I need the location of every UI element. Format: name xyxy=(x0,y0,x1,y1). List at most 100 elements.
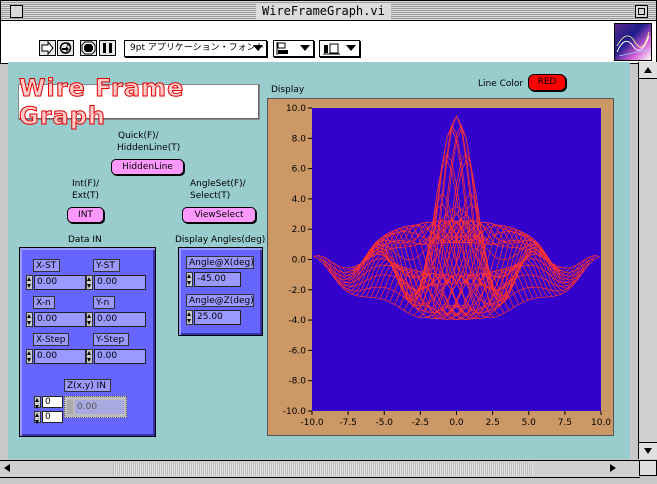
display-angles-label: Display Angles(deg) xyxy=(175,235,266,245)
y-step-field[interactable]: 0.00 xyxy=(86,349,146,364)
angle-select-label-2: Select(T) xyxy=(190,191,231,201)
distribute-objects-icon xyxy=(323,43,340,55)
x-st-field[interactable]: 0.00 xyxy=(26,275,86,290)
zoom-box-icon[interactable] xyxy=(635,5,648,18)
angle-x-field[interactable]: -45.00 xyxy=(186,272,241,287)
x-step-field[interactable]: 0.00 xyxy=(26,349,86,364)
x-st-label: X-ST xyxy=(33,259,60,272)
x-n-label: X-n xyxy=(33,296,55,309)
z-in-element-value[interactable]: 0.00 xyxy=(75,400,124,414)
arrow-left-icon[interactable] xyxy=(4,464,10,472)
x-n-field[interactable]: 0.00 xyxy=(26,312,86,327)
angle-x-label: Angle@X(deg) xyxy=(186,256,254,269)
hidden-line-label-2: HiddenLine(T) xyxy=(117,143,181,153)
y-tick-label: 0.0 xyxy=(292,256,307,266)
line-color-label: Line Color xyxy=(478,79,524,89)
int-ext-label-1: Int(F)/ xyxy=(72,179,100,189)
y-n-field[interactable]: 0.00 xyxy=(86,312,146,327)
x-step-label: X-Step xyxy=(33,333,69,346)
z-in-label: Z(x,y) IN xyxy=(64,379,111,392)
align-objects-selector[interactable] xyxy=(273,40,314,57)
x-st-value[interactable]: 0.00 xyxy=(34,275,86,290)
arrow-up-icon xyxy=(644,67,652,73)
angle-x-value[interactable]: -45.00 xyxy=(194,272,241,287)
angle-z-field[interactable]: 25.00 xyxy=(186,310,241,325)
z-in-array-element[interactable]: 0.00 xyxy=(64,396,127,418)
angle-z-label: Angle@Z(deg) xyxy=(186,294,254,307)
panel-title-decoration: Wire Frame Graph xyxy=(18,74,260,131)
y-step-stepper[interactable] xyxy=(86,349,93,364)
y-n-stepper[interactable] xyxy=(86,312,93,327)
y-tick-label: -4.0 xyxy=(288,316,306,326)
scroll-thumb[interactable] xyxy=(113,462,533,475)
x-tick-label: -10.0 xyxy=(300,418,324,428)
x-st-stepper[interactable] xyxy=(26,275,33,290)
z-in-col-index[interactable]: 0 xyxy=(34,411,63,424)
y-tick-label: -8.0 xyxy=(288,377,306,387)
angle-z-value[interactable]: 25.00 xyxy=(194,310,241,325)
chevron-down-icon xyxy=(253,45,263,51)
int-ext-button[interactable]: INT xyxy=(67,207,104,223)
distribute-objects-selector[interactable] xyxy=(319,40,360,57)
pause-icon[interactable] xyxy=(99,40,116,56)
y-tick-label: 10.0 xyxy=(286,104,306,114)
y-tick-label: 6.0 xyxy=(292,165,307,175)
font-selector-label: 9pt アプリケーション・フォント xyxy=(130,43,265,53)
angle-x-stepper[interactable] xyxy=(186,272,193,287)
align-objects-icon xyxy=(276,42,288,55)
x-n-value[interactable]: 0.00 xyxy=(34,312,86,327)
run-arrow-icon[interactable] xyxy=(39,40,56,56)
y-tick-label: -10.0 xyxy=(283,407,307,417)
toolbar: 9pt アプリケーション・フォント xyxy=(0,20,657,64)
y-tick-label: 4.0 xyxy=(292,195,307,205)
chevron-down-icon xyxy=(300,45,310,51)
y-n-label: Y-n xyxy=(93,296,115,309)
x-step-value[interactable]: 0.00 xyxy=(34,349,86,364)
x-step-stepper[interactable] xyxy=(26,349,33,364)
y-st-stepper[interactable] xyxy=(86,275,93,290)
x-n-stepper[interactable] xyxy=(26,312,33,327)
x-tick-label: -5.0 xyxy=(375,418,393,428)
y-tick-label: 2.0 xyxy=(292,225,307,235)
data-in-label: Data IN xyxy=(68,235,102,245)
y-step-value[interactable]: 0.00 xyxy=(94,349,146,364)
z-in-row-stepper[interactable] xyxy=(34,396,41,409)
vi-icon[interactable] xyxy=(614,23,652,61)
font-selector[interactable]: 9pt アプリケーション・フォント xyxy=(124,40,267,57)
display-graph[interactable]: 10.0 8.0 6.0 4.0 2.0 0.0 -2.0 -4.0 -6.0 -8.0 -10.0… xyxy=(267,98,614,436)
hidden-line-label-1: Quick(F)/ xyxy=(118,131,159,141)
horizontal-scrollbar[interactable] xyxy=(0,460,640,478)
scroll-up-button[interactable] xyxy=(639,62,657,79)
z-in-col-value[interactable]: 0 xyxy=(42,411,63,423)
window-title: WireFrameGraph.vi xyxy=(256,3,391,19)
z-in-row-value[interactable]: 0 xyxy=(42,396,63,408)
abort-stop-icon[interactable] xyxy=(80,40,97,56)
view-select-button[interactable]: ViewSelect xyxy=(182,207,256,223)
display-label: Display xyxy=(271,85,305,95)
int-ext-label-2: Ext(T) xyxy=(72,191,100,201)
angle-select-label-1: AngleSet(F)/ xyxy=(190,179,246,189)
x-tick-label: 2.5 xyxy=(485,418,499,428)
scroll-down-button[interactable] xyxy=(639,442,657,459)
x-tick-label: 7.5 xyxy=(558,418,572,428)
arrow-down-icon xyxy=(644,448,652,454)
angle-z-stepper[interactable] xyxy=(186,310,193,325)
run-continuously-icon[interactable] xyxy=(57,40,74,56)
y-st-value[interactable]: 0.00 xyxy=(94,275,146,290)
y-tick-label: -6.0 xyxy=(288,346,306,356)
hidden-line-button[interactable]: HiddenLine xyxy=(111,159,184,175)
y-st-field[interactable]: 0.00 xyxy=(86,275,146,290)
vertical-scrollbar[interactable] xyxy=(638,62,657,459)
z-in-element-stepper[interactable] xyxy=(67,400,73,414)
line-color-button[interactable]: RED xyxy=(528,74,566,91)
title-bar[interactable]: WireFrameGraph.vi xyxy=(0,0,657,21)
panel-title-text: Wire Frame Graph xyxy=(19,74,185,131)
y-tick-label: 8.0 xyxy=(292,134,307,144)
close-box-icon[interactable] xyxy=(10,5,23,18)
resize-grip-icon[interactable] xyxy=(639,460,657,476)
z-in-col-stepper[interactable] xyxy=(34,411,41,424)
y-n-value[interactable]: 0.00 xyxy=(94,312,146,327)
y-tick-label: -2.0 xyxy=(288,286,306,296)
z-in-row-index[interactable]: 0 xyxy=(34,396,63,409)
arrow-right-icon[interactable] xyxy=(610,464,616,472)
